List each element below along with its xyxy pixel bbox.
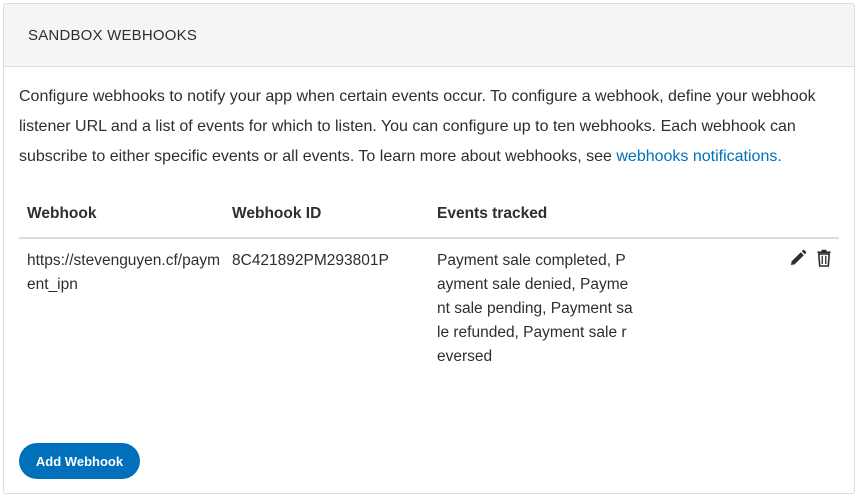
webhooks-notifications-link[interactable]: webhooks notifications. [616,148,781,165]
header-events-tracked: Events tracked [429,205,634,239]
table-header-row: Webhook Webhook ID Events tracked [19,205,839,239]
panel-header: SANDBOX WEBHOOKS [4,4,854,67]
events-tracked: Payment sale completed, Payment sale den… [437,252,633,365]
trash-icon[interactable] [815,249,833,267]
header-webhook: Webhook [19,205,224,239]
add-webhook-button[interactable]: Add Webhook [19,443,140,479]
table-row: https://stevenguyen.cf/payment_ipn 8C421… [19,238,839,369]
header-actions [634,205,839,239]
webhook-url: https://stevenguyen.cf/payment_ipn [27,252,220,293]
webhooks-table: Webhook Webhook ID Events tracked https:… [19,205,839,369]
panel-body: Configure webhooks to notify your app wh… [4,67,854,369]
pencil-icon[interactable] [789,249,807,267]
description-text: Configure webhooks to notify your app wh… [19,82,819,172]
panel-title: SANDBOX WEBHOOKS [28,26,198,44]
webhook-id: 8C421892PM293801P [232,252,389,269]
header-webhook-id: Webhook ID [224,205,429,239]
row-actions [634,238,839,369]
sandbox-webhooks-panel: SANDBOX WEBHOOKS Configure webhooks to n… [3,3,855,494]
